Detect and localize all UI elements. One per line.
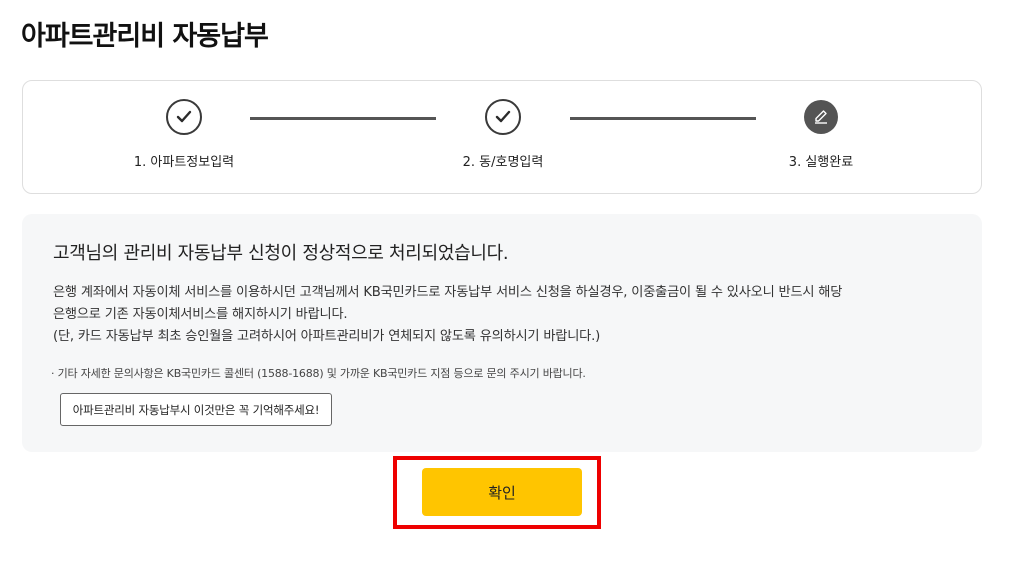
step-3-pencil-icon	[804, 100, 838, 134]
contact-note: · 기타 자세한 문의사항은 KB국민카드 콜센터 (1588-1688) 및 …	[51, 367, 586, 380]
step-2-label: 2. 동/호명입력	[462, 155, 544, 170]
step-connector-2	[570, 117, 756, 120]
notice-paragraph: 은행 계좌에서 자동이체 서비스를 이용하시던 고객님께서 KB국민카드로 자동…	[53, 282, 953, 348]
confirm-button[interactable]: 확인	[422, 468, 582, 516]
completion-heading: 고객님의 관리비 자동납부 신청이 정상적으로 처리되었습니다.	[53, 243, 509, 264]
step-2-check-icon	[485, 99, 521, 135]
step-3-label: 3. 실행완료	[788, 155, 854, 170]
notice-line-2: 은행으로 기존 자동이체서비스를 해지하시기 바랍니다.	[53, 307, 348, 322]
notice-line-3: (단, 카드 자동납부 최초 승인월을 고려하시어 아파트관리비가 연체되지 않…	[53, 329, 601, 344]
step-connector-1	[250, 117, 436, 120]
progress-stepper: 1. 아파트정보입력 2. 동/호명입력 3. 실행완료	[22, 80, 982, 194]
page-title: 아파트관리비 자동납부	[21, 21, 269, 52]
step-1-label: 1. 아파트정보입력	[133, 155, 235, 170]
notice-line-1: 은행 계좌에서 자동이체 서비스를 이용하시던 고객님께서 KB국민카드로 자동…	[53, 285, 843, 300]
completion-info-panel: 고객님의 관리비 자동납부 신청이 정상적으로 처리되었습니다. 은행 계좌에서…	[22, 214, 982, 452]
step-1-check-icon	[166, 99, 202, 135]
remember-tips-button[interactable]: 아파트관리비 자동납부시 이것만은 꼭 기억해주세요!	[60, 393, 332, 426]
